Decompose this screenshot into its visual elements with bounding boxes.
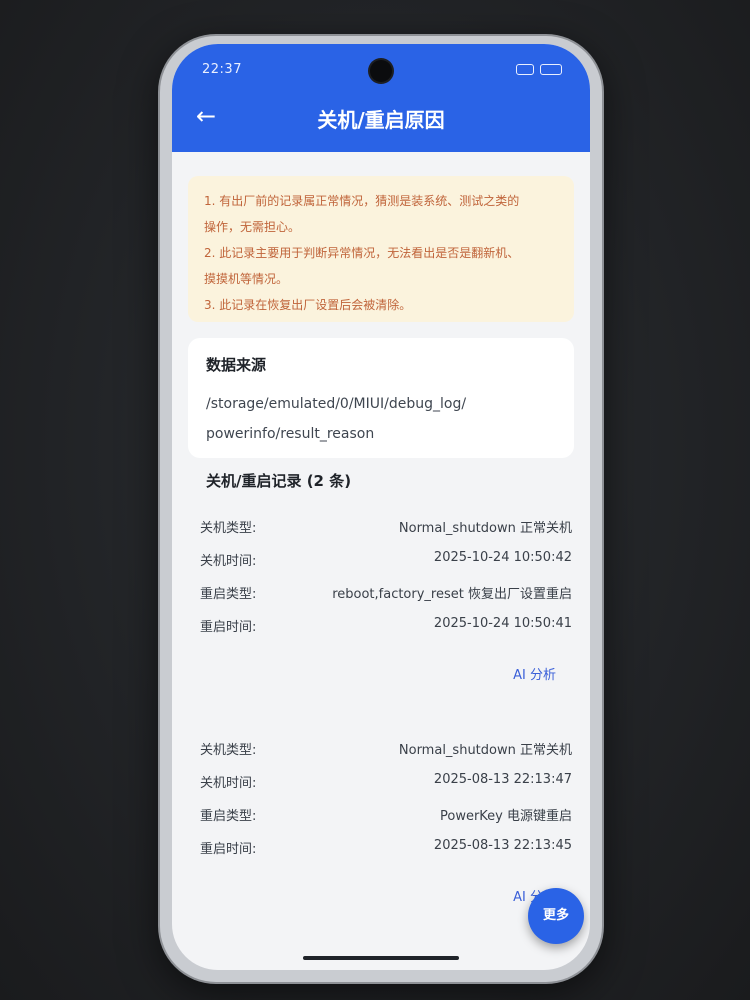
record-row: 重启时间: 2025-08-13 22:13:45 xyxy=(190,831,572,864)
data-source-card: 数据来源 /storage/emulated/0/MIUI/debug_log/… xyxy=(188,338,574,458)
notice-line: 摸摸机等情况。 xyxy=(204,272,289,286)
record-row: 关机类型: Normal_shutdown 正常关机 xyxy=(190,510,572,543)
home-indicator[interactable] xyxy=(303,956,459,960)
battery-icon xyxy=(540,64,562,75)
more-fab-button[interactable]: 更多 xyxy=(528,888,584,944)
record-item: 关机类型: Normal_shutdown 正常关机 关机时间: 2025-10… xyxy=(190,510,572,683)
signal-icon xyxy=(516,64,534,75)
notice-line: 操作，无需担心。 xyxy=(204,220,301,234)
field-value: 2025-08-13 22:13:47 xyxy=(433,772,572,787)
record-row: 关机时间: 2025-08-13 22:13:47 xyxy=(190,765,572,798)
field-label: 重启时间: xyxy=(200,842,257,857)
notice-box: 1. 有出厂前的记录属正常情况，猜测是装系统、测试之类的 操作，无需担心。 2.… xyxy=(188,176,574,322)
field-label: 关机时间: xyxy=(200,554,257,569)
notice-line: 2. 此记录主要用于判断异常情况，无法看出是否是翻新机、 xyxy=(204,246,520,260)
phone-screen: 22:37 ← 关机/重启原因 1. 有出厂前的记录属正常情况，猜测是装系统、测… xyxy=(172,44,590,970)
notice-line: 1. 有出厂前的记录属正常情况，猜测是装系统、测试之类的 xyxy=(204,194,520,208)
front-camera xyxy=(370,60,392,82)
field-value: 2025-10-24 10:50:42 xyxy=(433,550,572,565)
record-item: 关机类型: Normal_shutdown 正常关机 关机时间: 2025-08… xyxy=(190,732,572,905)
data-source-path: /storage/emulated/0/MIUI/debug_log/ xyxy=(206,396,467,412)
field-value: Normal_shutdown 正常关机 xyxy=(398,521,572,536)
record-row: 关机类型: Normal_shutdown 正常关机 xyxy=(190,732,572,765)
field-label: 关机类型: xyxy=(200,521,257,536)
status-icons xyxy=(516,64,562,75)
records-title: 关机/重启记录 (2 条) xyxy=(206,472,352,490)
notice-line: 3. 此记录在恢复出厂设置后会被清除。 xyxy=(204,298,412,312)
field-label: 重启类型: xyxy=(200,809,257,824)
field-value: Normal_shutdown 正常关机 xyxy=(398,743,572,758)
field-value: reboot,factory_reset 恢复出厂设置重启 xyxy=(332,587,572,602)
data-source-path: powerinfo/result_reason xyxy=(206,426,375,442)
app-bar: 22:37 ← 关机/重启原因 xyxy=(172,44,590,152)
field-label: 重启时间: xyxy=(200,620,257,635)
record-row: 重启类型: reboot,factory_reset 恢复出厂设置重启 xyxy=(190,576,572,609)
field-label: 重启类型: xyxy=(200,587,257,602)
field-value: 2025-10-24 10:50:41 xyxy=(433,616,572,631)
record-row: 重启类型: PowerKey 电源键重启 xyxy=(190,798,572,831)
data-source-title: 数据来源 xyxy=(206,356,267,374)
field-label: 关机类型: xyxy=(200,743,257,758)
field-label: 关机时间: xyxy=(200,776,257,791)
ai-analysis-link[interactable]: AI 分析 xyxy=(513,664,556,683)
status-time: 22:37 xyxy=(202,62,242,77)
record-row: 关机时间: 2025-10-24 10:50:42 xyxy=(190,543,572,576)
record-row: 重启时间: 2025-10-24 10:50:41 xyxy=(190,609,572,642)
field-value: 2025-08-13 22:13:45 xyxy=(433,838,572,853)
page-title: 关机/重启原因 xyxy=(317,108,445,132)
field-value: PowerKey 电源键重启 xyxy=(439,809,572,824)
